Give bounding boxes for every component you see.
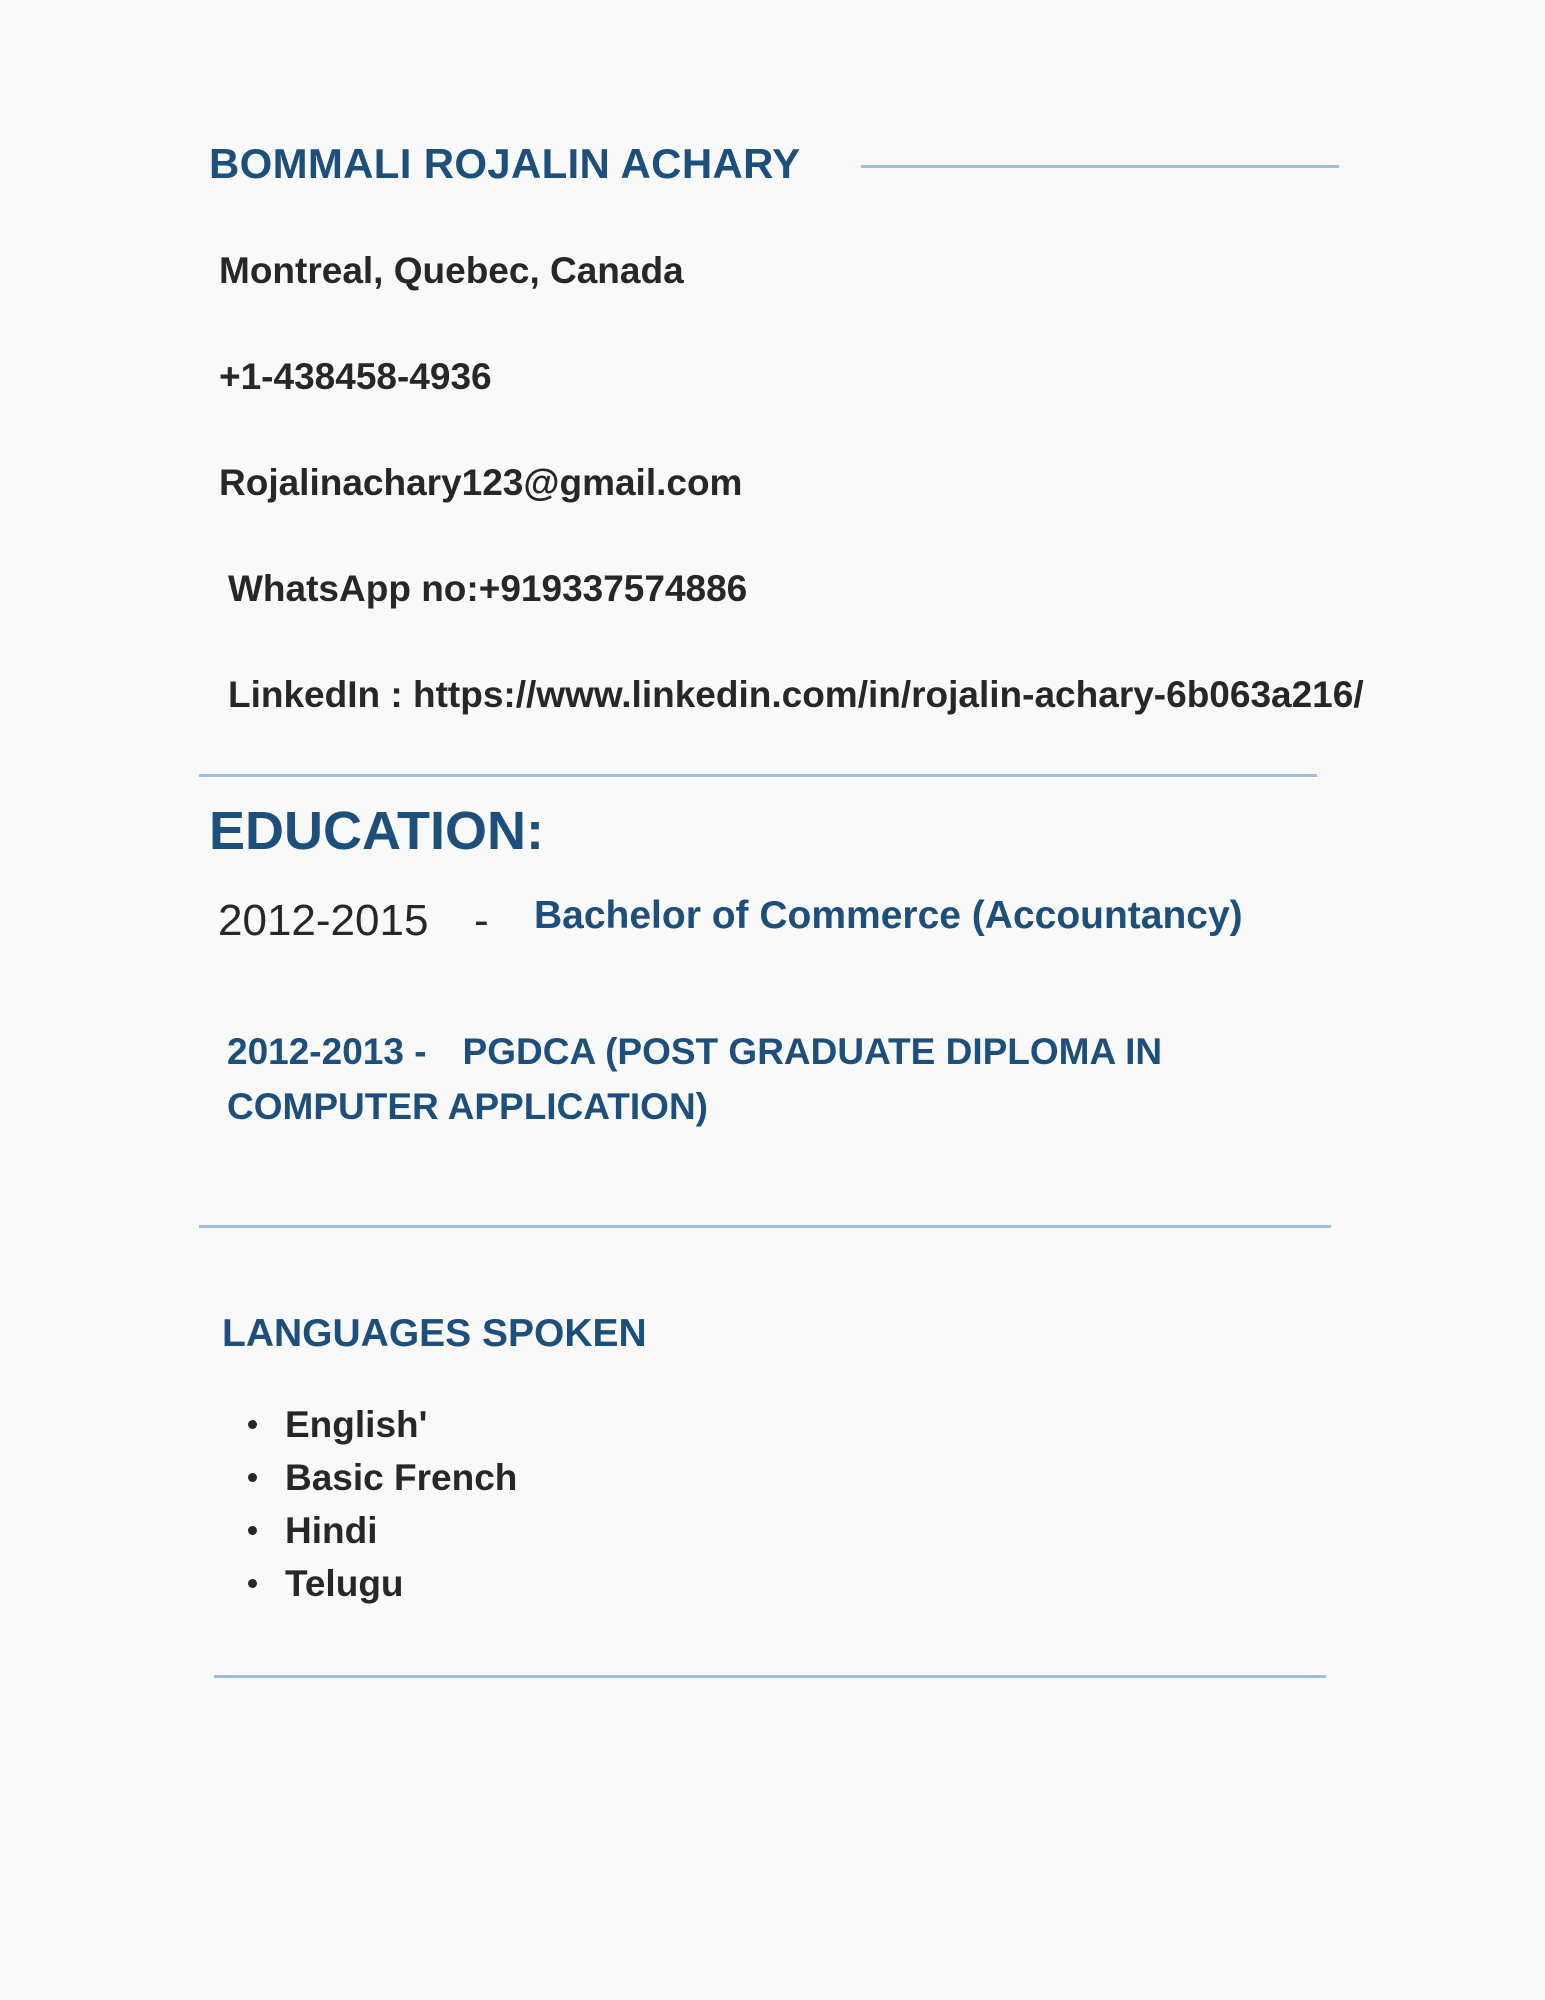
- contact-email: Rojalinachary123@gmail.com: [219, 462, 743, 503]
- education-heading: EDUCATION:: [209, 801, 544, 861]
- languages-divider: [214, 1675, 1326, 1678]
- education-item-separator: -: [474, 896, 489, 945]
- language-label: Hindi: [285, 1510, 378, 1551]
- bullet-icon: [248, 1420, 257, 1429]
- bullet-icon: [248, 1579, 257, 1588]
- languages-list: English' Basic French Hindi Telugu: [240, 1398, 517, 1610]
- list-item: English': [240, 1398, 517, 1451]
- contact-phone: +1-438458-4936: [219, 356, 492, 397]
- contact-linkedin: LinkedIn : https://www.linkedin.com/in/r…: [228, 674, 1364, 715]
- header-divider: [861, 165, 1339, 168]
- resume-name: BOMMALI ROJALIN ACHARY: [209, 140, 801, 187]
- language-label: English': [285, 1404, 428, 1445]
- education-item: 2012-2013 - PGDCA (POST GRADUATE DIPLOMA …: [227, 1024, 1277, 1134]
- contact-whatsapp: WhatsApp no:+919337574886: [228, 568, 748, 609]
- list-item: Telugu: [240, 1557, 517, 1610]
- education-item-years: 2012-2013 -: [227, 1031, 427, 1072]
- education-item-degree: Bachelor of Commerce (Accountancy): [534, 894, 1243, 937]
- contact-divider: [199, 774, 1317, 777]
- education-item-years: 2012-2015: [218, 896, 429, 945]
- contact-location: Montreal, Quebec, Canada: [219, 250, 684, 291]
- language-label: Basic French: [285, 1457, 518, 1498]
- bullet-icon: [248, 1473, 257, 1482]
- bullet-icon: [248, 1526, 257, 1535]
- list-item: Hindi: [240, 1504, 517, 1557]
- list-item: Basic French: [240, 1451, 517, 1504]
- language-label: Telugu: [285, 1563, 404, 1604]
- languages-heading: LANGUAGES SPOKEN: [222, 1312, 647, 1355]
- education-divider: [199, 1225, 1331, 1228]
